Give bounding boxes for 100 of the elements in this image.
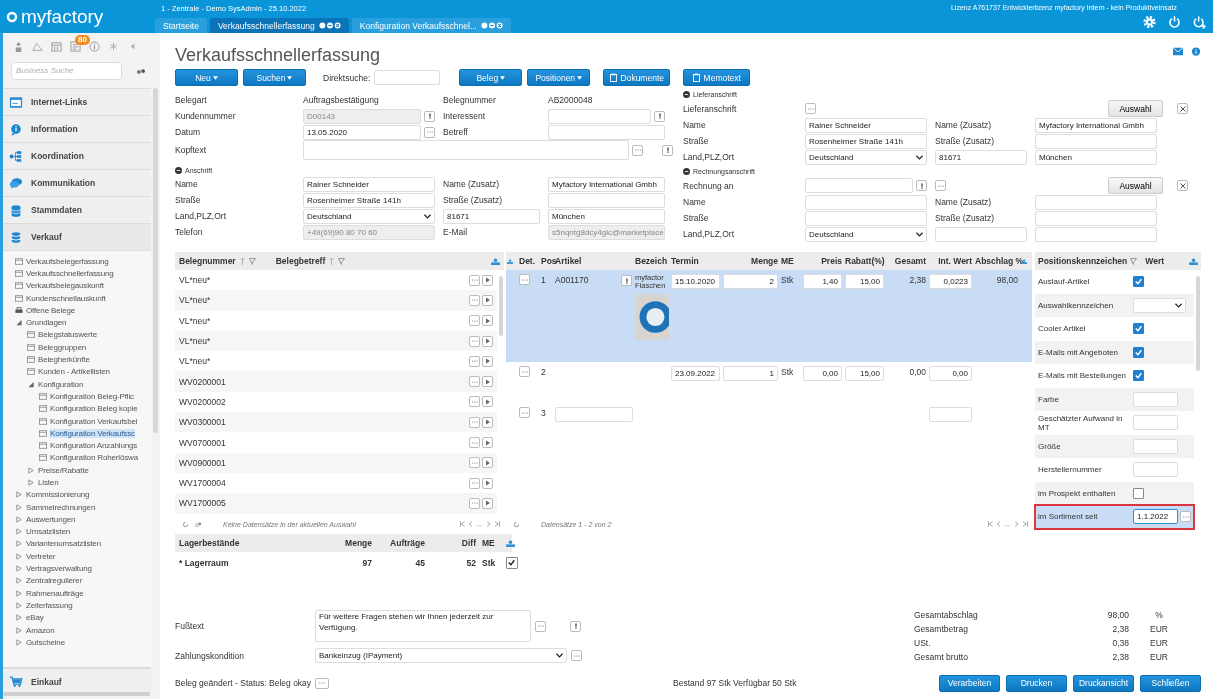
menu-button[interactable]: Beleg — [459, 69, 523, 86]
list-row[interactable]: WV0700001 — [175, 432, 497, 453]
column-settings-icon[interactable] — [506, 257, 515, 265]
column-settings-icon[interactable] — [491, 257, 500, 265]
tree-item[interactable]: Konfiguration Verkaufsbel — [50, 416, 138, 426]
list-row[interactable]: VL*neu* — [175, 290, 497, 311]
search-options-icon[interactable] — [136, 67, 146, 75]
input-field[interactable]: 23.09.2022 — [671, 366, 720, 381]
column-header[interactable]: Bezeich — [634, 256, 670, 266]
input-field[interactable] — [374, 70, 441, 85]
input-field[interactable]: 81671 — [443, 208, 540, 224]
column-header[interactable]: Preis — [802, 256, 844, 266]
tree-item[interactable]: Zentralregulierer — [26, 576, 83, 586]
tree-item[interactable]: Sammelrechnungen — [26, 502, 96, 512]
list-row[interactable]: WV0200001 — [175, 371, 497, 392]
checkbox[interactable] — [1133, 487, 1144, 499]
column-header[interactable]: ME — [477, 538, 505, 548]
more-button[interactable] — [632, 144, 643, 156]
more-button[interactable] — [519, 366, 530, 377]
expander-icon[interactable] — [15, 601, 23, 609]
list-row[interactable]: WV0200002 — [175, 391, 497, 413]
column-header[interactable]: Belegnummer — [179, 256, 236, 266]
sidebar-section[interactable]: Kommunikation — [3, 169, 151, 196]
open-button[interactable] — [482, 497, 493, 509]
input-field[interactable]: 0,00 — [929, 366, 972, 381]
column-header[interactable]: Det. — [518, 256, 540, 266]
sort-icon[interactable] — [238, 257, 246, 265]
tree-item[interactable]: Kommissionierung — [26, 490, 90, 500]
list-row[interactable]: VL*neu* — [175, 270, 497, 291]
input-field[interactable]: 13.05.2020 — [303, 124, 421, 140]
sidebar-section[interactable]: Stammdaten — [3, 196, 151, 223]
collapse-toggle-icon[interactable] — [175, 166, 182, 174]
input-field[interactable] — [1133, 391, 1178, 407]
tree-item[interactable]: Amazon — [26, 625, 55, 635]
list-row[interactable]: WV1700004 — [175, 472, 497, 494]
sidebar-section[interactable]: Internet-Links — [3, 88, 151, 115]
input-field[interactable]: 0,0223 — [929, 274, 972, 289]
sidebar-section[interactable]: Information — [3, 115, 151, 142]
property-row[interactable]: Herstellernummer — [1035, 458, 1194, 482]
column-header[interactable]: Belegbetreff — [275, 256, 326, 266]
tree-item[interactable]: Zeiterfassung — [26, 600, 73, 610]
more-button[interactable] — [1180, 511, 1191, 523]
tree-item[interactable]: Rahmenaufträge — [26, 588, 84, 598]
open-button[interactable] — [482, 477, 493, 489]
open-button[interactable] — [482, 376, 493, 388]
column-header[interactable]: Positionskennzeichen — [1038, 256, 1128, 266]
more-button[interactable] — [424, 126, 435, 138]
input-field[interactable] — [1133, 415, 1178, 431]
open-button[interactable] — [482, 274, 493, 286]
property-row[interactable]: E-Mails mit Bestellungen — [1035, 364, 1194, 388]
property-row[interactable]: im Sortiment seit 1.1.2022 — [1035, 505, 1194, 529]
column-header[interactable]: Menge — [330, 538, 372, 548]
help-icon[interactable] — [1191, 47, 1201, 56]
checkbox[interactable] — [506, 557, 518, 569]
column-header[interactable]: Lagerbestände — [179, 538, 329, 548]
tree-item[interactable]: Verkaufsbelegerfassung — [26, 256, 109, 266]
column-header[interactable]: Pos — [540, 256, 554, 266]
close-button[interactable] — [1177, 103, 1188, 114]
more-button[interactable] — [805, 103, 816, 114]
link-icon[interactable] — [195, 520, 202, 528]
expander-icon[interactable] — [15, 614, 23, 622]
tree-item[interactable]: Konfiguration Verkaufssc — [50, 428, 135, 438]
list-row[interactable]: VL*neu* — [175, 310, 497, 331]
column-header[interactable]: Menge — [722, 256, 780, 266]
checkbox[interactable] — [1133, 323, 1144, 335]
menu-button[interactable]: Suchen — [243, 69, 306, 86]
text-area[interactable] — [303, 140, 629, 160]
property-row[interactable]: Farbe — [1035, 387, 1194, 411]
dropdown[interactable]: Deutschland — [805, 149, 927, 165]
tree-item[interactable]: Belegstatuswerte — [38, 330, 97, 340]
property-row[interactable]: E-Mails mit Angeboten — [1035, 340, 1194, 364]
table-row[interactable]: 3 — [506, 402, 1032, 429]
select-button[interactable]: Auswahl — [1108, 100, 1163, 117]
property-row[interactable]: Cooler Artikel — [1035, 317, 1194, 341]
collapse-toggle-icon[interactable] — [683, 167, 690, 175]
property-row[interactable]: im Prospekt enthalten — [1035, 481, 1194, 505]
dropdown[interactable]: Deutschland — [805, 226, 927, 242]
tree-item[interactable]: Auswertungen — [26, 514, 76, 524]
input-field[interactable]: Myfactory International Gmbh — [1035, 117, 1157, 133]
tab-controls-icon[interactable] — [318, 22, 341, 29]
list-row[interactable]: VL*neu* — [175, 330, 497, 352]
tree-item[interactable]: Konfiguration Beleg kopie — [50, 404, 138, 414]
refresh-icon[interactable] — [182, 520, 189, 528]
more-button[interactable] — [315, 677, 330, 689]
input-field[interactable]: 0,00 — [803, 366, 842, 381]
expander-icon[interactable] — [15, 577, 23, 585]
input-field[interactable]: Rainer Schneider — [303, 176, 435, 192]
tree-item[interactable]: Kundenschnellauskunft — [26, 293, 106, 303]
alert-button[interactable] — [654, 110, 665, 122]
property-row[interactable]: Geschätzter Aufwand in MT — [1035, 411, 1194, 435]
filter-icon[interactable] — [248, 257, 256, 265]
input-field[interactable] — [1035, 133, 1157, 149]
expander-icon[interactable] — [15, 540, 23, 548]
tree-item[interactable]: Konfiguration Roherlöswa — [50, 453, 138, 463]
date-field[interactable]: 1.1.2022 — [1133, 509, 1178, 525]
input-field[interactable] — [929, 407, 972, 422]
input-field[interactable] — [548, 124, 665, 140]
menu-button[interactable]: Positionen — [527, 69, 591, 86]
sidebar-section[interactable]: Verkauf — [3, 223, 151, 250]
alert-button[interactable] — [621, 275, 632, 286]
